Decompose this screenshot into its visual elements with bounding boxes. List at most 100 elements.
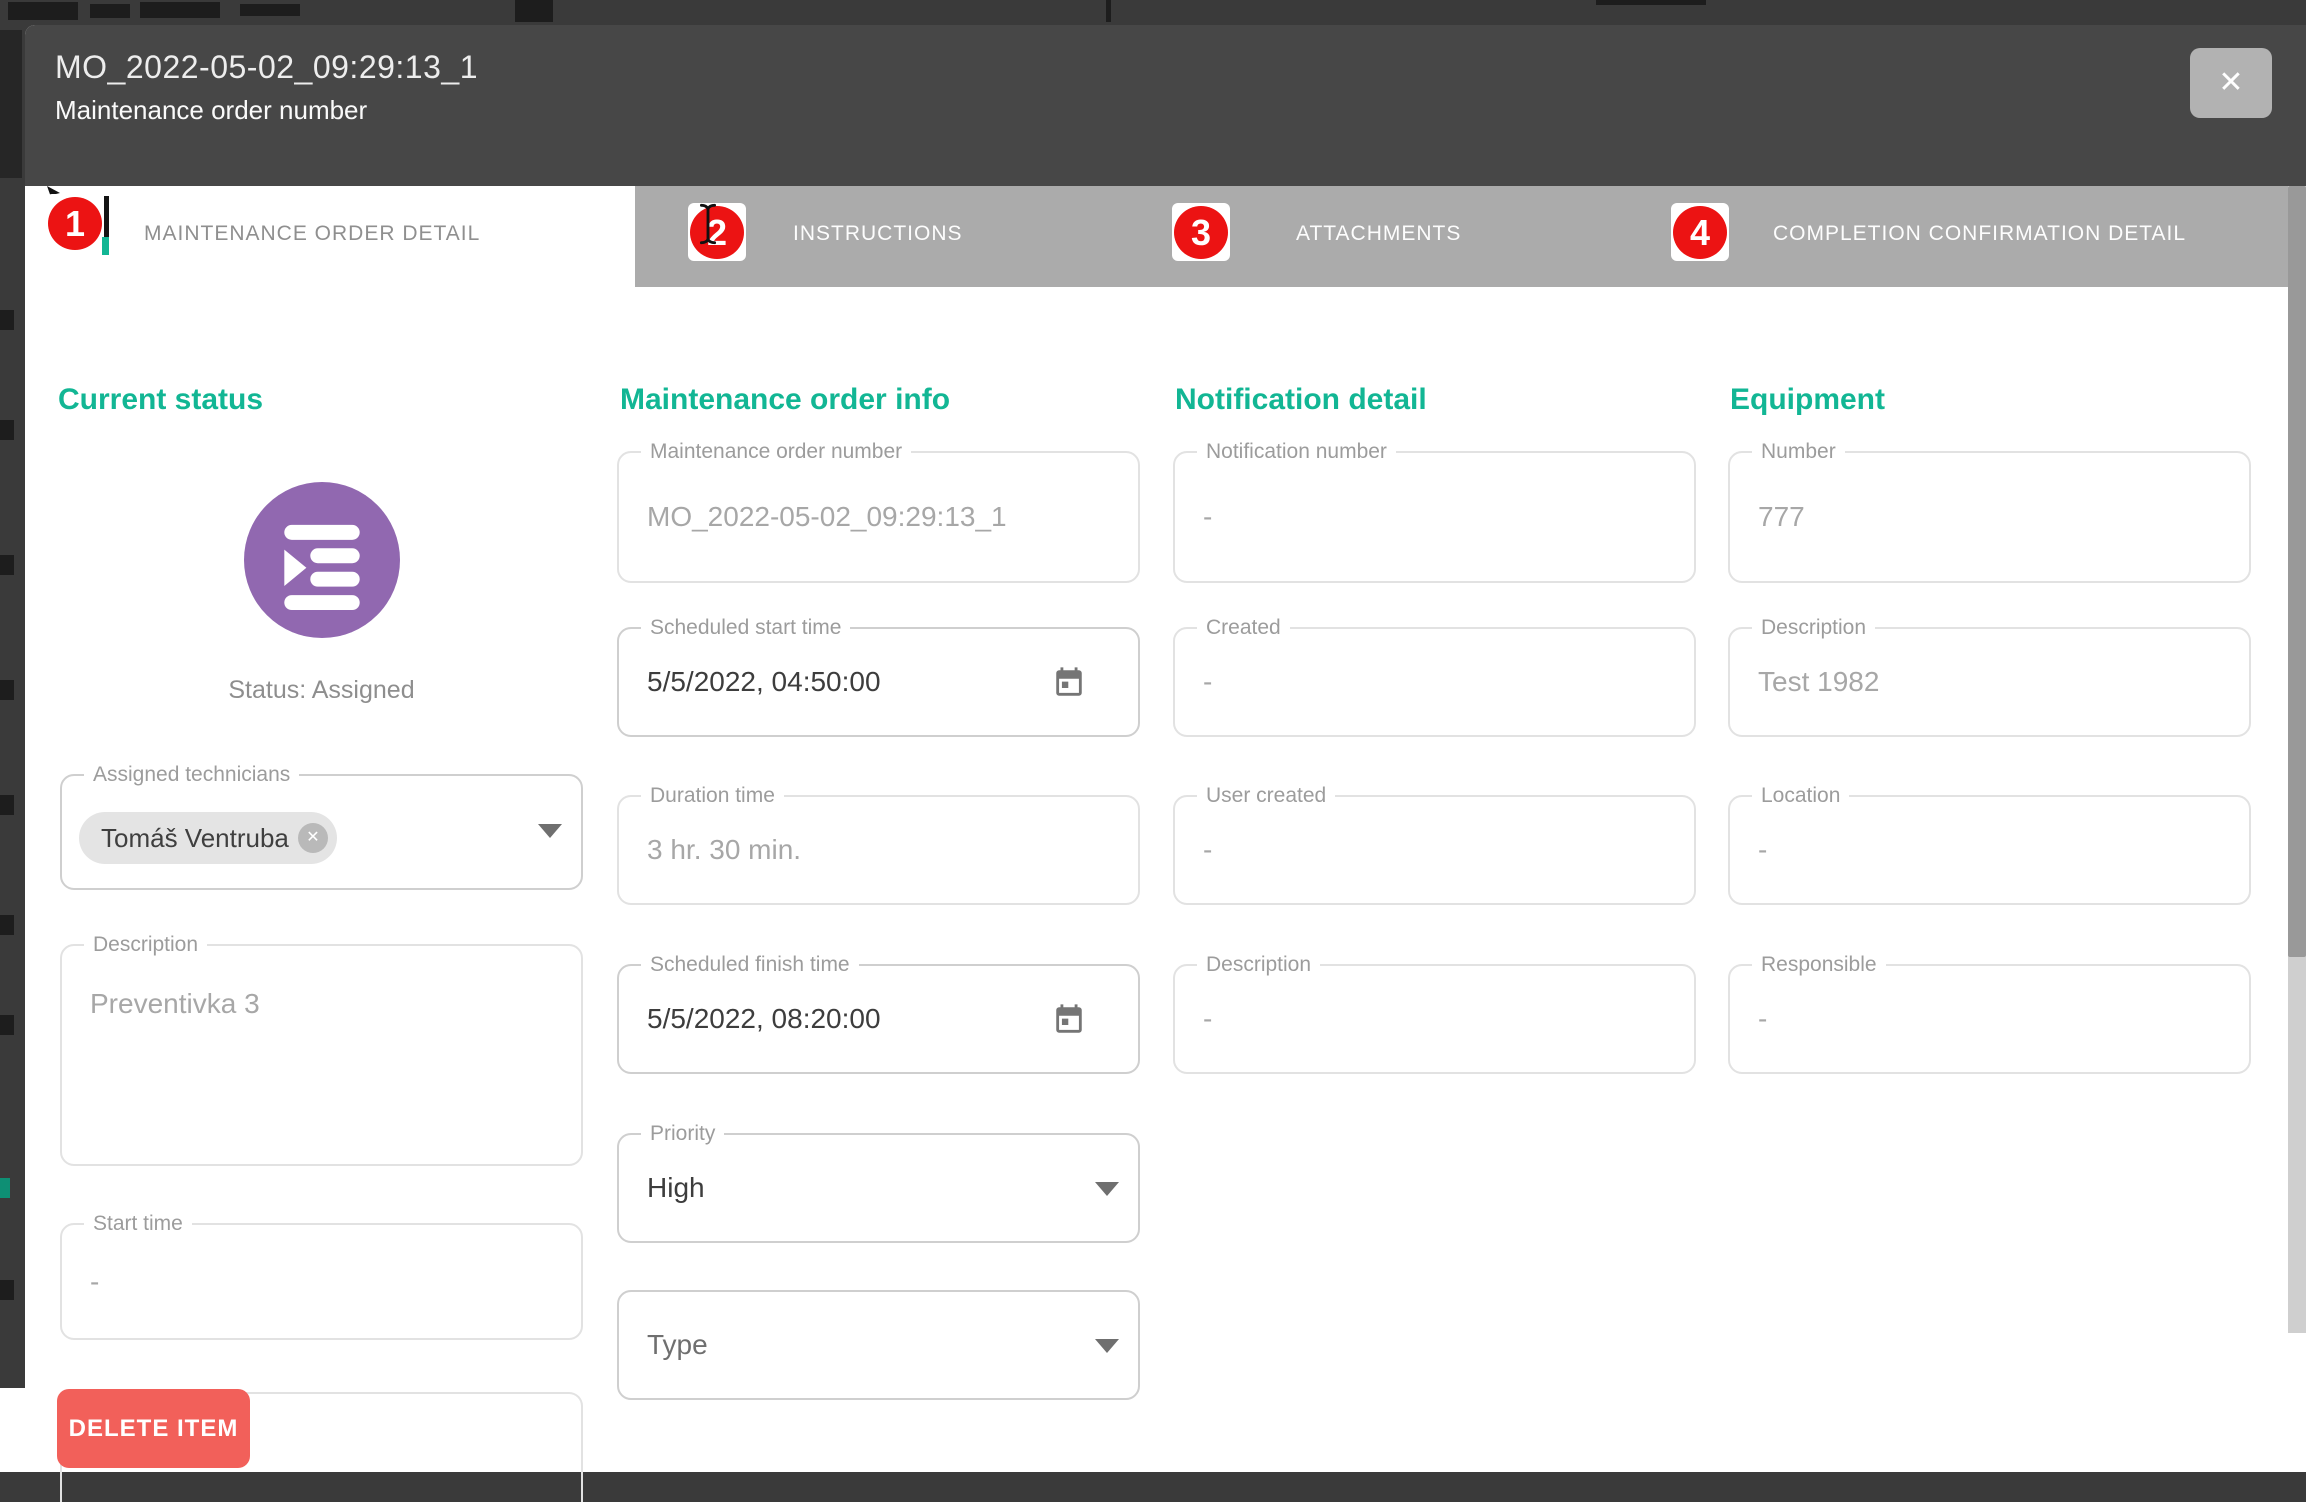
backdrop-fragment	[8, 2, 78, 20]
maintenance-order-modal: MO_2022-05-02_09:29:13_1 Maintenance ord…	[25, 25, 2306, 1472]
field-label: Scheduled finish time	[641, 953, 859, 977]
scheduled-start-time-field[interactable]: Scheduled start time 5/5/2022, 04:50:00	[617, 627, 1140, 737]
backdrop-fragment	[0, 555, 14, 575]
field-value: -	[90, 1266, 99, 1298]
field-value: -	[1203, 1003, 1212, 1035]
field-value: 5/5/2022, 04:50:00	[647, 666, 881, 698]
field-label: Type	[647, 1329, 708, 1361]
calendar-icon[interactable]	[1052, 1002, 1086, 1038]
field-value: -	[1203, 501, 1212, 533]
field-value: Test 1982	[1758, 666, 1879, 698]
section-heading-maintenance-order-info: Maintenance order info	[620, 383, 950, 417]
field-value: Preventivka 3	[90, 988, 260, 1020]
tab-completion-confirmation-detail[interactable]: 4 COMPLETION CONFIRMATION DETAIL	[1635, 186, 2306, 287]
field-label: Created	[1197, 616, 1290, 640]
type-select[interactable]: Type	[617, 1290, 1140, 1400]
technician-chip[interactable]: Tomáš Ventruba ✕	[79, 812, 337, 864]
backdrop-fragment	[0, 420, 14, 440]
field-value: -	[1758, 1003, 1767, 1035]
backdrop-fragment	[90, 4, 130, 18]
som-badge-3: 3	[1172, 203, 1230, 261]
field-label: Responsible	[1752, 953, 1886, 977]
backdrop-fragment	[0, 1015, 14, 1035]
field-label: Description	[1752, 616, 1875, 640]
field-label: Assigned technicians	[84, 763, 299, 787]
assignment-list-icon	[244, 482, 400, 638]
chevron-down-icon	[1095, 1182, 1119, 1196]
modal-subtitle: Maintenance order number	[55, 95, 367, 126]
backdrop-fragment	[1106, 0, 1111, 22]
field-value: 5/5/2022, 08:20:00	[647, 1003, 881, 1035]
backdrop-fragment	[0, 680, 14, 700]
chevron-down-icon	[1095, 1339, 1119, 1353]
backdrop-fragment	[0, 915, 14, 935]
calendar-icon[interactable]	[1052, 665, 1086, 701]
modal-title: MO_2022-05-02_09:29:13_1	[55, 49, 478, 86]
status-icon	[244, 482, 400, 638]
backdrop-fragment	[0, 30, 22, 178]
field-value: 777	[1758, 501, 1805, 533]
user-created-field: User created -	[1173, 795, 1696, 905]
backdrop-fragment	[140, 2, 220, 18]
modal-header: MO_2022-05-02_09:29:13_1 Maintenance ord…	[25, 25, 2306, 186]
field-label: User created	[1197, 784, 1335, 808]
backdrop-fragment	[1596, 0, 1706, 5]
som-badge-4: 4	[1671, 203, 1729, 261]
backdrop-fragment	[515, 0, 553, 22]
text-cursor-icon	[697, 202, 719, 246]
tab-instructions[interactable]: 2 INSTRUCTIONS	[635, 186, 1155, 287]
technician-chip-label: Tomáš Ventruba	[101, 823, 289, 853]
chip-remove-icon[interactable]: ✕	[298, 823, 328, 853]
tab-label: INSTRUCTIONS	[793, 222, 963, 246]
tab-maintenance-order-detail[interactable]: 1 MAINTENANCE ORDER DETAIL	[25, 186, 635, 287]
field-label: Scheduled start time	[641, 616, 850, 640]
field-label: Location	[1752, 784, 1849, 808]
backdrop-fragment	[0, 310, 14, 330]
tab-label: ATTACHMENTS	[1296, 222, 1461, 246]
delete-item-button[interactable]: DELETE ITEM	[57, 1389, 250, 1468]
field-label: Number	[1752, 440, 1845, 464]
field-value: -	[1203, 834, 1212, 866]
field-label: Description	[1197, 953, 1320, 977]
description-field: Description Preventivka 3	[60, 944, 583, 1166]
backdrop-fragment	[0, 795, 14, 815]
field-value: High	[647, 1172, 705, 1204]
duration-time-field: Duration time 3 hr. 30 min.	[617, 795, 1140, 905]
tab-label: MAINTENANCE ORDER DETAIL	[144, 222, 480, 246]
section-heading-current-status: Current status	[58, 383, 263, 417]
backdrop-fragment	[0, 1280, 14, 1300]
field-value: -	[1203, 666, 1212, 698]
tab-icon-fragment	[102, 237, 109, 255]
backdrop-bottom	[0, 1388, 25, 1472]
backdrop-fragment	[240, 4, 300, 16]
close-icon: ✕	[2218, 66, 2243, 99]
field-label: Priority	[641, 1122, 724, 1146]
field-label: Maintenance order number	[641, 440, 911, 464]
tab-icon-fragment	[104, 196, 109, 242]
field-value: 3 hr. 30 min.	[647, 834, 801, 866]
responsible-field: Responsible -	[1728, 964, 2251, 1074]
scrollbar-thumb[interactable]	[2288, 186, 2306, 957]
maintenance-order-number-field: Maintenance order number MO_2022-05-02_0…	[617, 451, 1140, 583]
backdrop-fragment	[0, 1178, 10, 1198]
tab-attachments[interactable]: 3 ATTACHMENTS	[1155, 186, 1635, 287]
start-time-field: Start time -	[60, 1223, 583, 1340]
location-field: Location -	[1728, 795, 2251, 905]
section-heading-equipment: Equipment	[1730, 383, 1885, 417]
equipment-number-field: Number 777	[1728, 451, 2251, 583]
created-field: Created -	[1173, 627, 1696, 737]
som-badge-1: 1	[46, 194, 104, 252]
field-label: Description	[84, 933, 207, 957]
field-value: -	[1758, 834, 1767, 866]
field-label: Start time	[84, 1212, 192, 1236]
equipment-description-field: Description Test 1982	[1728, 627, 2251, 737]
tab-label: COMPLETION CONFIRMATION DETAIL	[1773, 222, 2186, 246]
scheduled-finish-time-field[interactable]: Scheduled finish time 5/5/2022, 08:20:00	[617, 964, 1140, 1074]
field-label: Notification number	[1197, 440, 1396, 464]
notification-description-field: Description -	[1173, 964, 1696, 1074]
field-label: Duration time	[641, 784, 784, 808]
chevron-down-icon	[538, 824, 562, 838]
close-button[interactable]: ✕	[2190, 48, 2272, 118]
priority-select[interactable]: Priority High	[617, 1133, 1140, 1243]
field-value: MO_2022-05-02_09:29:13_1	[647, 501, 1007, 533]
